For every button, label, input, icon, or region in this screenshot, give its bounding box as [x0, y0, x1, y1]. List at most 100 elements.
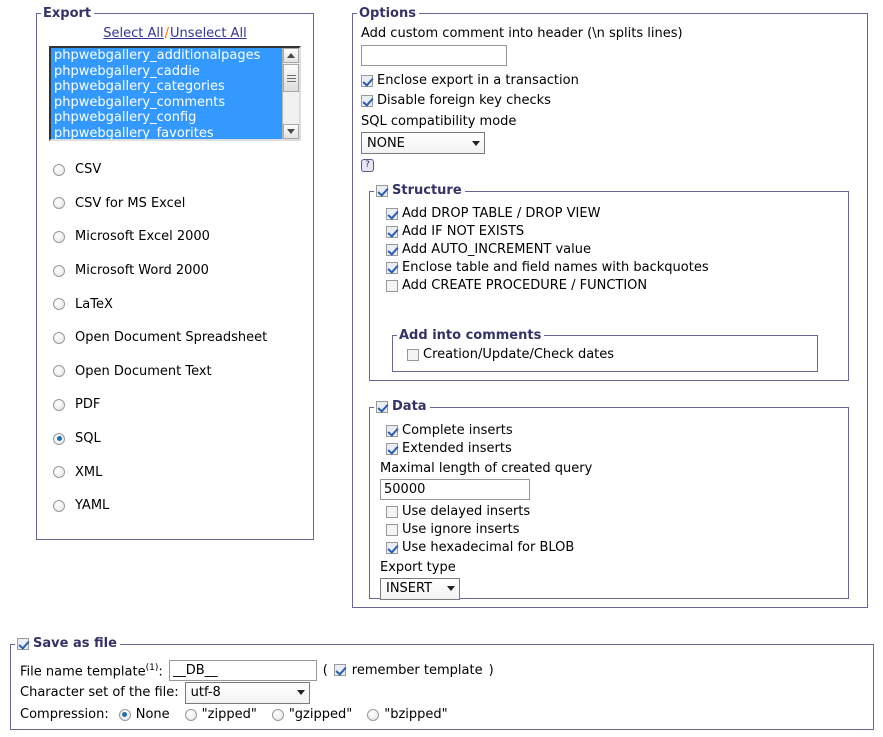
checkbox-enclose-transaction[interactable] [361, 75, 373, 87]
list-item[interactable]: phpwebgallery_favorites [51, 125, 282, 139]
radio-compression-gzipped[interactable] [271, 708, 284, 721]
comments-option-label: Creation/Update/Check dates [423, 346, 615, 362]
radio-microsoft-excel-2000[interactable] [53, 230, 65, 243]
radio-pdf[interactable] [53, 398, 65, 411]
disable-foreign-key-row[interactable]: Disable foreign key checks [361, 92, 867, 110]
checkbox-use-ignore-inserts[interactable] [386, 523, 398, 536]
unselect-all-link[interactable]: Unselect All [170, 26, 247, 41]
list-item[interactable]: phpwebgallery_config [51, 110, 282, 126]
list-item[interactable]: phpwebgallery_comments [51, 94, 282, 110]
format-option-csv-ms-excel[interactable]: CSV for MS Excel [53, 187, 313, 221]
format-option-latex[interactable]: LaTeX [53, 287, 313, 321]
format-option-microsoft-excel-2000[interactable]: Microsoft Excel 2000 [53, 220, 313, 254]
format-option-xml[interactable]: XML [53, 455, 313, 489]
radio-yaml[interactable] [53, 499, 65, 512]
format-option-sql[interactable]: SQL [53, 422, 313, 456]
structure-panel: Structure Add DROP TABLE / DROP VIEW Add… [369, 183, 849, 381]
tables-listbox-scrollbar[interactable] [282, 48, 299, 139]
save-as-file-legend[interactable]: Save as file [15, 636, 120, 654]
checkbox-add-if-not-exists[interactable] [386, 225, 398, 238]
checkbox-complete-inserts[interactable] [386, 424, 398, 437]
structure-option-add-if-not-exists[interactable]: Add IF NOT EXISTS [386, 223, 848, 241]
structure-option-add-create-procedure[interactable]: Add CREATE PROCEDURE / FUNCTION [386, 277, 848, 295]
radio-compression-bzipped[interactable] [367, 708, 380, 721]
checkbox-creation-update-check-dates[interactable] [407, 348, 419, 361]
structure-option-enclose-backquotes[interactable]: Enclose table and field names with backq… [386, 259, 848, 277]
structure-panel-legend[interactable]: Structure [374, 183, 465, 201]
structure-option-add-auto-increment[interactable]: Add AUTO_INCREMENT value [386, 241, 848, 259]
structure-option-add-drop-table[interactable]: Add DROP TABLE / DROP VIEW [386, 205, 848, 223]
radio-latex[interactable] [53, 298, 65, 311]
charset-select[interactable]: utf-8 [184, 681, 310, 704]
export-type-select[interactable]: INSERT [380, 577, 460, 600]
compression-option-label: None [135, 707, 170, 722]
radio-sql[interactable] [53, 432, 65, 445]
scroll-down-button[interactable] [283, 124, 299, 139]
radio-compression-none[interactable] [118, 708, 131, 721]
format-label: SQL [75, 431, 101, 447]
list-item[interactable]: phpwebgallery_additionalpages [51, 48, 282, 64]
export-type-value: INSERT [386, 581, 433, 596]
compression-option-zipped[interactable]: "zipped" [184, 706, 257, 723]
enclose-transaction-row[interactable]: Enclose export in a transaction [361, 72, 867, 90]
data-option-ignore-inserts[interactable]: Use ignore inserts [386, 521, 848, 539]
compression-option-bzipped[interactable]: "bzipped" [367, 706, 448, 723]
radio-open-document-text[interactable] [53, 365, 65, 378]
checkbox-add-drop-table[interactable] [386, 207, 398, 220]
format-option-open-document-spreadsheet[interactable]: Open Document Spreadsheet [53, 321, 313, 355]
add-into-comments-legend: Add into comments [397, 328, 544, 343]
scrollbar-thumb[interactable] [283, 64, 299, 92]
format-option-csv[interactable]: CSV [53, 153, 313, 187]
compression-option-label: "gzipped" [288, 707, 353, 722]
paren-open: ( [322, 662, 328, 678]
checkbox-enclose-backquotes[interactable] [386, 261, 398, 274]
max-query-length-input[interactable] [380, 478, 530, 500]
radio-csv-ms-excel[interactable] [53, 197, 65, 210]
checkbox-data[interactable] [376, 400, 388, 413]
options-panel: Options Add custom comment into header (… [352, 6, 868, 608]
radio-csv[interactable] [53, 163, 65, 176]
scroll-up-button[interactable] [283, 48, 299, 63]
save-as-file-panel: Save as file File name template(1): ( re… [10, 636, 874, 730]
format-option-pdf[interactable]: PDF [53, 388, 313, 422]
data-option-complete-inserts[interactable]: Complete inserts [386, 422, 848, 440]
file-name-template-row: File name template(1): ( remember templa… [20, 659, 873, 682]
select-all-link[interactable]: Select All [103, 26, 163, 41]
format-label: XML [75, 464, 103, 480]
list-item[interactable]: phpwebgallery_categories [51, 79, 282, 95]
checkbox-extended-inserts[interactable] [386, 442, 398, 455]
checkbox-use-hexadecimal-blob[interactable] [386, 541, 398, 554]
format-option-yaml[interactable]: YAML [53, 489, 313, 523]
tables-listbox-options[interactable]: phpwebgallery_additionalpages phpwebgall… [51, 48, 282, 139]
checkbox-save-as-file[interactable] [17, 637, 29, 650]
save-as-file-label: Save as file [33, 636, 117, 651]
compression-option-gzipped[interactable]: "gzipped" [271, 706, 353, 723]
charset-value: utf-8 [190, 685, 221, 700]
comments-option-creation-dates[interactable]: Creation/Update/Check dates [393, 343, 817, 364]
format-option-microsoft-word-2000[interactable]: Microsoft Word 2000 [53, 254, 313, 288]
data-option-delayed-inserts[interactable]: Use delayed inserts [386, 503, 848, 521]
checkbox-remember-template[interactable] [333, 664, 346, 676]
compression-option-none[interactable]: None [118, 706, 170, 723]
chevron-down-icon [287, 129, 295, 134]
format-option-open-document-text[interactable]: Open Document Text [53, 355, 313, 389]
sql-compatibility-select[interactable]: NONE [361, 132, 485, 154]
radio-xml[interactable] [53, 466, 65, 479]
tables-listbox[interactable]: phpwebgallery_additionalpages phpwebgall… [49, 46, 301, 141]
radio-open-document-spreadsheet[interactable] [53, 331, 65, 344]
checkbox-disable-foreign-key[interactable] [361, 95, 373, 107]
data-option-extended-inserts[interactable]: Extended inserts [386, 440, 848, 458]
checkbox-add-auto-increment[interactable] [386, 243, 398, 256]
data-panel-legend[interactable]: Data [374, 399, 430, 417]
custom-comment-input[interactable] [361, 45, 507, 66]
data-option-hexadecimal-blob[interactable]: Use hexadecimal for BLOB [386, 539, 848, 557]
checkbox-add-create-procedure[interactable] [386, 279, 398, 292]
select-all-row: Select All/Unselect All [37, 21, 313, 41]
checkbox-use-delayed-inserts[interactable] [386, 505, 398, 518]
radio-compression-zipped[interactable] [184, 708, 197, 721]
radio-microsoft-word-2000[interactable] [53, 264, 65, 277]
list-item[interactable]: phpwebgallery_caddie [51, 63, 282, 79]
checkbox-structure[interactable] [376, 184, 388, 197]
help-question-icon[interactable]: ? [361, 159, 374, 172]
file-name-template-input[interactable] [168, 659, 317, 681]
